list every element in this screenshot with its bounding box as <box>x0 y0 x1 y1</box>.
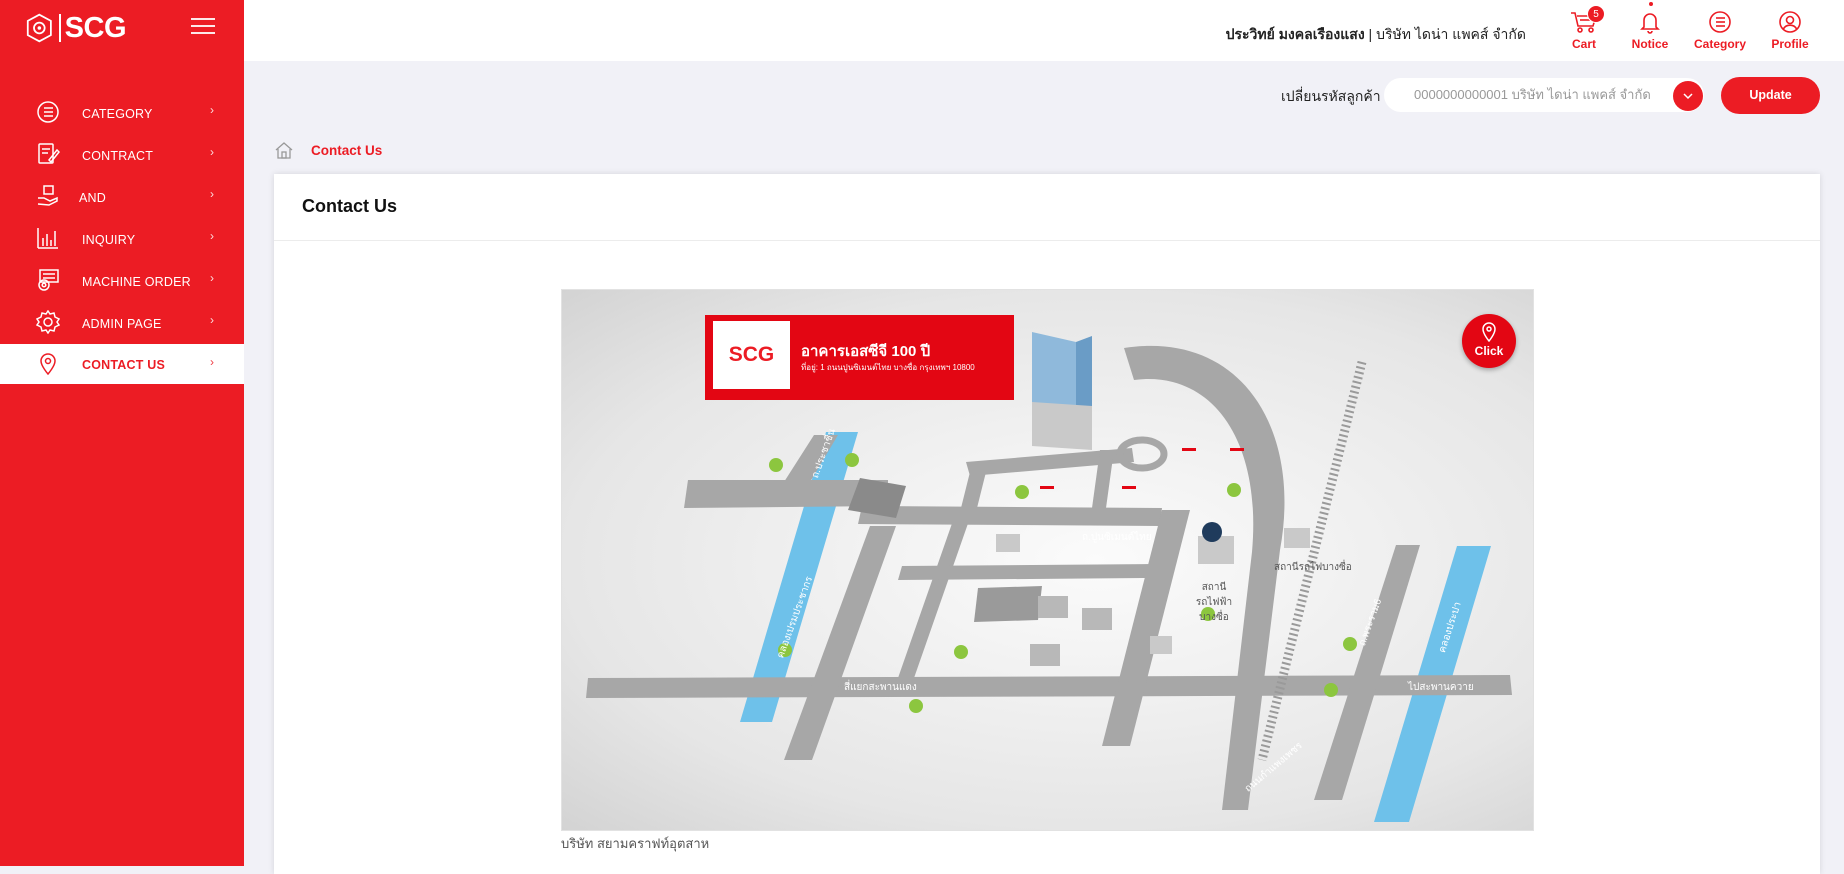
sidebar-item-label: ADMIN PAGE <box>82 317 162 331</box>
user-info: ประวิทย์ มงคลเรืองแสง | บริษัท ไดน่า แพค… <box>1226 24 1526 46</box>
sidebar-item-and[interactable]: AND › <box>0 176 244 218</box>
profile-button[interactable]: Profile <box>1760 8 1820 51</box>
sidebar-item-label: CATEGORY <box>82 107 153 121</box>
sidebar-item-label: AND <box>79 191 106 205</box>
category-button[interactable]: Category <box>1686 8 1754 51</box>
sidebar-item-label: CONTRACT <box>82 149 154 163</box>
sidebar-item-category[interactable]: CATEGORY › <box>0 92 244 134</box>
sidebar: SCG CATEGORY › CONTRACT › AND › INQUIRY … <box>0 0 244 866</box>
profile-label: Profile <box>1771 37 1809 51</box>
notice-dot <box>1649 2 1653 6</box>
map-caption: บริษัท สยามคราฟท์อุตสาห <box>561 836 710 851</box>
sidebar-item-machine-order[interactable]: MACHINE ORDER › <box>0 260 244 302</box>
chevron-right-icon: › <box>210 271 214 285</box>
sign-logo: SCG <box>713 321 790 389</box>
user-separator: | <box>1364 26 1377 42</box>
map-label-direction: ไปสะพานควาย <box>1408 682 1474 693</box>
bar-chart-icon <box>37 228 58 249</box>
top-bar: ประวิทย์ มงคลเรืองแสง | บริษัท ไดน่า แพค… <box>244 0 1844 61</box>
chevron-right-icon: › <box>210 355 214 369</box>
click-label: Click <box>1474 344 1504 358</box>
chevron-right-icon: › <box>210 313 214 327</box>
map-label-station: สถานีรถไฟบางซื่อ <box>1274 562 1352 573</box>
user-company: บริษัท ไดน่า แพคส์ จำกัด <box>1376 26 1526 42</box>
location-map[interactable]: SCG อาคารเอสซีจี 100 ปี ที่อยู่: 1 ถนนปู… <box>561 289 1534 831</box>
map-label-station: สถานีรถไฟฟ้า บางซื่อ <box>1195 582 1233 623</box>
sidebar-menu: CATEGORY › CONTRACT › AND › INQUIRY › MA… <box>0 92 244 384</box>
sidebar-item-inquiry[interactable]: INQUIRY › <box>0 218 244 260</box>
map-click-button[interactable]: Click <box>1462 314 1516 368</box>
sidebar-item-contact-us[interactable]: CONTACT US › <box>0 344 244 384</box>
chevron-right-icon: › <box>210 145 214 159</box>
sidebar-item-label: MACHINE ORDER <box>82 275 191 289</box>
list-circle-icon <box>1709 11 1731 33</box>
update-button[interactable]: Update <box>1721 77 1820 114</box>
customer-code-label: เปลี่ยนรหัสลูกค้า <box>1281 88 1381 104</box>
sidebar-item-label: CONTACT US <box>82 358 166 372</box>
sidebar-item-contract[interactable]: CONTRACT › <box>0 134 244 176</box>
user-circle-icon <box>1779 11 1801 33</box>
customer-select[interactable]: 0000000000001 บริษัท ไดน่า แพคส์ จำกัด <box>1384 78 1704 112</box>
chevron-right-icon: › <box>210 187 214 201</box>
contract-icon <box>38 143 60 164</box>
customer-dropdown-button[interactable] <box>1673 81 1703 111</box>
gear-icon <box>36 310 60 334</box>
page-title: Contact Us <box>302 196 398 216</box>
chevron-right-icon: › <box>210 103 214 117</box>
user-name: ประวิทย์ มงคลเรืองแสง <box>1225 26 1365 42</box>
sign-title: อาคารเอสซีจี 100 ปี <box>801 343 931 360</box>
hamburger-menu-icon[interactable] <box>191 18 215 36</box>
notice-button[interactable]: Notice <box>1620 2 1680 51</box>
map-pin-icon <box>1482 322 1496 342</box>
hand-box-icon <box>37 185 58 206</box>
cart-badge: 5 <box>1587 5 1605 23</box>
map-label-road: ถ.ปูนซิเมนต์ไทย <box>1082 532 1152 543</box>
map-pin-icon <box>40 353 56 376</box>
map-label-junction: สี่แยกสะพานแดง <box>844 682 917 693</box>
chevron-right-icon: › <box>210 229 214 243</box>
home-icon[interactable] <box>274 140 294 160</box>
cart-label: Cart <box>1571 37 1596 51</box>
breadcrumb-current[interactable]: Contact Us <box>311 143 382 158</box>
card-header: Contact Us <box>274 174 1820 241</box>
category-label: Category <box>1693 37 1746 51</box>
scg-emblem-icon <box>26 13 52 43</box>
bell-icon <box>1640 13 1660 34</box>
scg-logo[interactable]: SCG <box>26 10 127 46</box>
sidebar-item-label: INQUIRY <box>82 233 136 247</box>
scg-building-sign: SCG อาคารเอสซีจี 100 ปี ที่อยู่: 1 ถนนปู… <box>705 315 1014 400</box>
contact-card: Contact Us SCG อาคารเอสซีจี 100 ปี ที่อย… <box>274 174 1820 874</box>
top-icons: 5 Cart Notice Category Profile <box>1548 2 1820 51</box>
sidebar-item-admin-page[interactable]: ADMIN PAGE › <box>0 302 244 344</box>
logo-text: SCG <box>58 14 127 43</box>
chevron-down-icon <box>1683 93 1693 100</box>
sign-address: ที่อยู่: 1 ถนนปูนซิเมนต์ไทย บางซื่อ กรุง… <box>801 363 975 372</box>
machine-gear-icon <box>38 269 59 291</box>
notice-label: Notice <box>1631 37 1669 51</box>
list-circle-icon <box>37 101 59 123</box>
cart-button[interactable]: 5 Cart <box>1554 5 1614 51</box>
